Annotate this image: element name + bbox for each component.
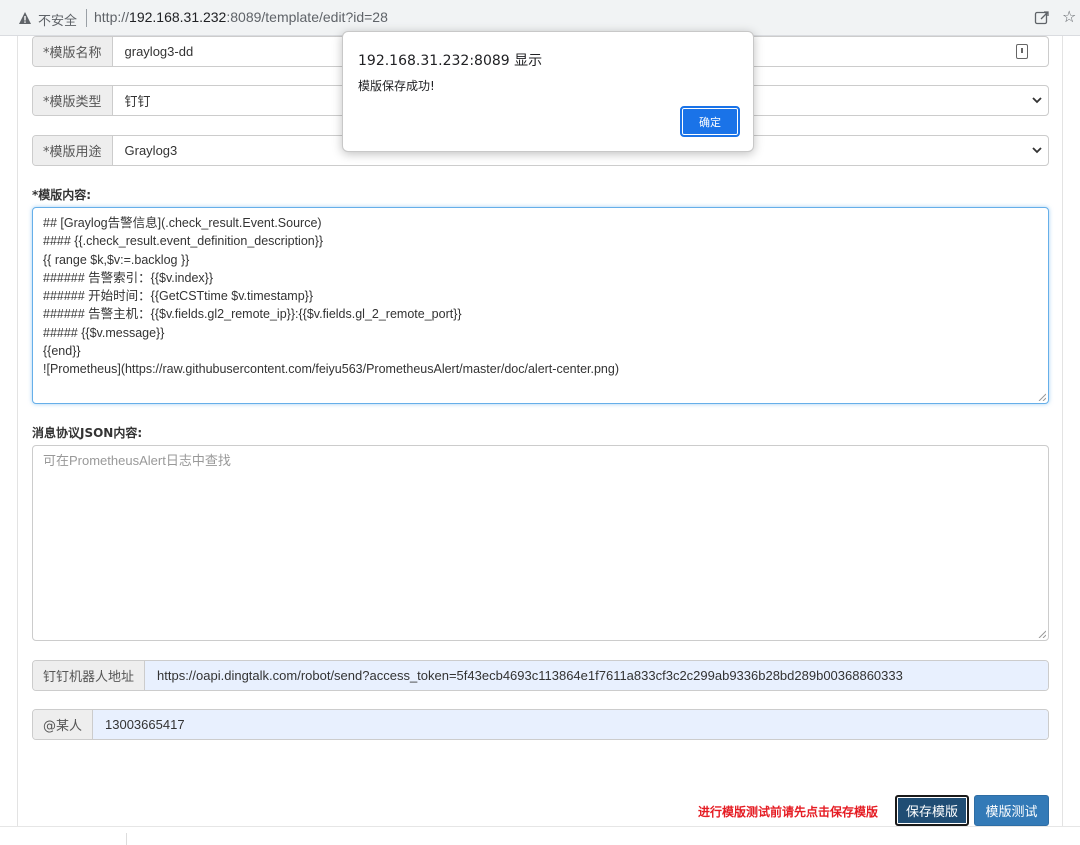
template-type-value: 钉钉 xyxy=(124,94,151,109)
at-someone-group: @某人 13003665417 xyxy=(32,709,1049,740)
json-content-textarea[interactable]: 可在PrometheusAlert日志中查找 xyxy=(32,445,1049,641)
template-content-line: ## [Graylog告警信息](.check_result.Event.Sou… xyxy=(43,216,322,230)
template-usage-value: Graylog3 xyxy=(124,143,178,158)
template-content-line: {{ range $k,$v:=.backlog }} xyxy=(43,252,190,267)
test-template-button[interactable]: 模版测试 xyxy=(974,795,1049,826)
template-content-textarea[interactable]: ## [Graylog告警信息](.check_result.Event.Sou… xyxy=(32,207,1049,404)
warning-icon[interactable] xyxy=(18,11,32,25)
template-content-line: {{end}} xyxy=(43,344,81,359)
at-someone-input[interactable]: 13003665417 xyxy=(93,710,1048,739)
json-content-label: 消息协议JSON内容: xyxy=(32,426,143,440)
security-label[interactable]: 不安全 xyxy=(38,10,77,29)
template-content-line: ![Prometheus](https://raw.githubusercont… xyxy=(43,362,619,377)
robot-url-input[interactable]: https://oapi.dingtalk.com/robot/send?acc… xyxy=(145,661,1048,690)
bookmark-star-icon[interactable]: ☆ xyxy=(1062,9,1076,25)
divider xyxy=(86,9,87,27)
save-hint-text: 进行模版测试前请先点击保存模版 xyxy=(698,805,879,819)
url-host: 192.168.31.232 xyxy=(129,9,227,25)
robot-url-label: 钉钉机器人地址 xyxy=(33,661,146,690)
at-someone-value: 13003665417 xyxy=(105,717,185,732)
share-icon[interactable] xyxy=(1034,10,1050,26)
template-content-line: ##### {{$v.message}} xyxy=(43,325,165,340)
template-name-value: graylog3-dd xyxy=(124,44,194,59)
template-content-line: ###### 告警主机：{{$v.fields.gl2_remote_ip}}:… xyxy=(43,307,462,322)
alert-dialog: 192.168.31.232:8089 显示 模版保存成功! 确定 xyxy=(342,31,754,152)
dialog-message: 模版保存成功! xyxy=(358,79,435,93)
bottom-strip xyxy=(0,826,1080,845)
dialog-ok-button[interactable]: 确定 xyxy=(680,106,740,137)
template-usage-label: *模版用途 xyxy=(33,136,113,165)
template-content-line: #### {{.check_result.event_definition_de… xyxy=(43,234,324,249)
json-content-placeholder: 可在PrometheusAlert日志中查找 xyxy=(43,453,231,468)
template-content-label: *模版内容: xyxy=(32,188,92,202)
divider xyxy=(126,833,127,845)
url-prefix: http:// xyxy=(94,9,130,25)
template-content-lines: ## [Graylog告警信息](.check_result.Event.Sou… xyxy=(43,214,1038,379)
at-someone-label: @某人 xyxy=(33,710,94,739)
autofill-icon[interactable] xyxy=(1016,44,1028,59)
resize-handle-icon[interactable] xyxy=(1038,393,1046,401)
url-rest: :8089/template/edit?id=28 xyxy=(226,9,388,25)
template-name-label: *模版名称 xyxy=(33,37,113,66)
chevron-down-icon xyxy=(1032,97,1042,104)
template-type-label: *模版类型 xyxy=(33,86,113,115)
url-field[interactable]: http://192.168.31.232:8089/template/edit… xyxy=(94,9,388,25)
robot-url-value: https://oapi.dingtalk.com/robot/send?acc… xyxy=(157,668,903,683)
resize-handle-icon[interactable] xyxy=(1038,630,1046,638)
template-content-line: ###### 告警索引：{{$v.index}} xyxy=(43,270,214,285)
robot-url-group: 钉钉机器人地址 https://oapi.dingtalk.com/robot/… xyxy=(32,660,1049,691)
dialog-title: 192.168.31.232:8089 显示 xyxy=(358,53,543,69)
template-content-line: ###### 开始时间：{{GetCSTtime $v.timestamp}} xyxy=(43,289,314,304)
chevron-down-icon xyxy=(1032,147,1042,154)
save-template-button[interactable]: 保存模版 xyxy=(895,795,969,826)
